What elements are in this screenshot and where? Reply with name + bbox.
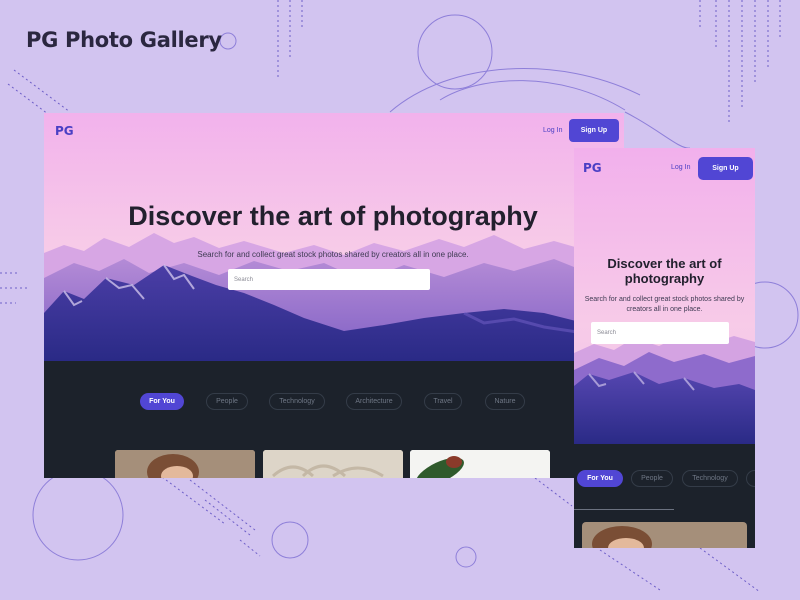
mobile-login-link[interactable]: Log In — [671, 164, 690, 171]
category-pill-technology[interactable]: Technology — [269, 393, 325, 410]
mobile-search-input[interactable]: Search — [591, 322, 729, 344]
mobile-category-pill-for-you[interactable]: For You — [577, 470, 623, 487]
desktop-mockup: PG Log In Sign Up Discover the art of ph… — [44, 113, 624, 478]
mobile-hero-title: Discover the art of photography — [607, 256, 722, 286]
category-pill-for-you[interactable]: For You — [140, 393, 184, 410]
site-logo[interactable]: PG — [55, 124, 74, 138]
mobile-portrait-photo — [582, 522, 747, 548]
hero-subtitle: Search for and collect great stock photo… — [197, 250, 469, 259]
plant-photo — [410, 450, 550, 478]
mobile-photo-card-portrait[interactable] — [582, 522, 747, 548]
photo-card-plant[interactable] — [410, 450, 550, 478]
mobile-mockup: PG Log In Sign Up Discover the art of ph… — [574, 148, 755, 548]
category-pill-architecture[interactable]: Architecture — [346, 393, 402, 410]
mobile-signup-button[interactable]: Sign Up — [698, 157, 753, 180]
knit-photo — [263, 450, 403, 478]
mobile-hero-section: PG Log In Sign Up Discover the art of ph… — [574, 148, 755, 444]
presentation-title: PG Photo Gallery — [26, 28, 222, 52]
mobile-category-pill-people[interactable]: People — [631, 470, 673, 487]
mobile-site-logo[interactable]: PG — [583, 161, 602, 175]
portrait-photo — [115, 450, 255, 478]
presentation-canvas: { "brand": { "title": "PG Photo Gallery"… — [0, 0, 800, 600]
photo-card-knit[interactable] — [263, 450, 403, 478]
category-pill-nature[interactable]: Nature — [485, 393, 525, 410]
photo-card-portrait[interactable] — [115, 450, 255, 478]
mobile-section-divider — [574, 509, 674, 510]
mobile-category-pill-architecture[interactable] — [746, 470, 755, 487]
mountain-hero-image — [44, 113, 624, 361]
signup-button[interactable]: Sign Up — [569, 119, 619, 142]
login-link[interactable]: Log In — [543, 127, 562, 134]
hero-title: Discover the art of photography — [128, 201, 538, 231]
hero-section: PG Log In Sign Up Discover the art of ph… — [44, 113, 624, 361]
mobile-hero-subtitle: Search for and collect great stock photo… — [584, 296, 745, 313]
mobile-category-pill-technology[interactable]: Technology — [682, 470, 738, 487]
category-pill-travel[interactable]: Travel — [424, 393, 462, 410]
category-pill-people[interactable]: People — [206, 393, 248, 410]
search-input[interactable]: Search — [228, 269, 430, 290]
